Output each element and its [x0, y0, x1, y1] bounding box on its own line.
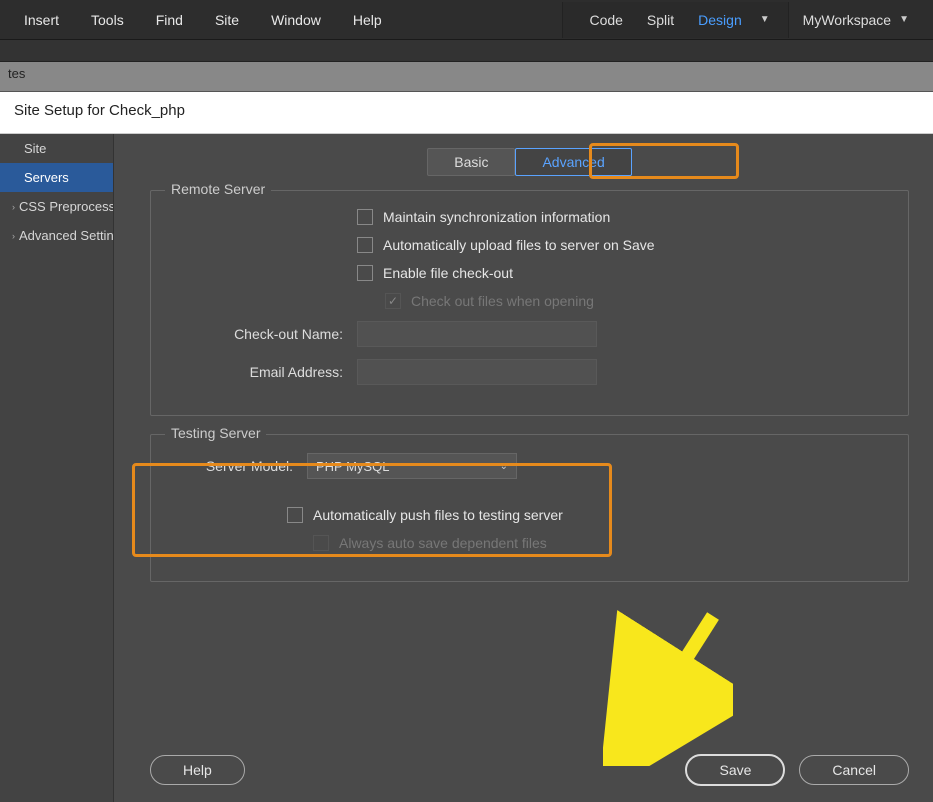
server-model-label: Server Model: — [167, 458, 307, 474]
secondary-toolbar — [0, 40, 933, 62]
sidebar-item-servers[interactable]: Servers — [0, 163, 113, 192]
tab-basic[interactable]: Basic — [427, 148, 515, 176]
always-autosave-checkbox — [313, 535, 329, 551]
sidebar-item-css-preprocessors[interactable]: › CSS Preprocessors — [0, 192, 113, 221]
workspace-dropdown[interactable]: MyWorkspace ▼ — [789, 6, 923, 34]
main-menubar: Insert Tools Find Site Window Help Code … — [0, 0, 933, 40]
chevron-right-icon: › — [12, 202, 15, 212]
annotation-arrow-icon — [603, 606, 733, 766]
checkout-on-open-checkbox: ✓ — [385, 293, 401, 309]
sidebar-item-label: Advanced Settings — [19, 228, 113, 243]
dialog-title: Site Setup for Check_php — [14, 102, 185, 119]
sidebar-item-label: Servers — [24, 170, 69, 185]
cancel-button[interactable]: Cancel — [799, 755, 909, 785]
help-button[interactable]: Help — [150, 755, 245, 785]
testing-server-legend: Testing Server — [165, 425, 266, 441]
checkout-name-label: Check-out Name: — [167, 326, 357, 342]
view-code[interactable]: Code — [581, 8, 630, 32]
auto-push-label: Automatically push files to testing serv… — [313, 507, 563, 523]
email-label: Email Address: — [167, 364, 357, 380]
menu-tools[interactable]: Tools — [77, 4, 138, 36]
view-split[interactable]: Split — [639, 8, 682, 32]
checkout-name-input — [357, 321, 597, 347]
tab-label: tes — [8, 66, 25, 81]
dialog-body: Site Servers › CSS Preprocessors › Advan… — [0, 134, 933, 802]
menu-site[interactable]: Site — [201, 4, 253, 36]
save-button[interactable]: Save — [685, 754, 785, 786]
dialog-sidebar: Site Servers › CSS Preprocessors › Advan… — [0, 134, 114, 802]
sidebar-item-advanced-settings[interactable]: › Advanced Settings — [0, 221, 113, 250]
menu-help[interactable]: Help — [339, 4, 396, 36]
chevron-right-icon: › — [12, 231, 15, 241]
auto-upload-label: Automatically upload files to server on … — [383, 237, 655, 253]
menu-find[interactable]: Find — [142, 4, 197, 36]
testing-server-fieldset: Testing Server Server Model: PHP MySQL ⌄… — [150, 434, 909, 582]
auto-push-checkbox[interactable] — [287, 507, 303, 523]
sidebar-item-site[interactable]: Site — [0, 134, 113, 163]
remote-server-fieldset: Remote Server Maintain synchronization i… — [150, 190, 909, 416]
chevron-down-icon: ▼ — [899, 14, 909, 25]
maintain-sync-checkbox[interactable] — [357, 209, 373, 225]
check-icon: ✓ — [388, 295, 398, 307]
tab-advanced[interactable]: Advanced — [515, 148, 631, 176]
enable-checkout-label: Enable file check-out — [383, 265, 513, 281]
sidebar-item-label: Site — [24, 141, 46, 156]
settings-tabs: Basic Advanced — [150, 148, 909, 176]
view-dropdown-icon[interactable]: ▼ — [760, 14, 770, 25]
checkout-on-open-label: Check out files when opening — [411, 293, 594, 309]
workspace-label: MyWorkspace — [803, 12, 891, 28]
maintain-sync-label: Maintain synchronization information — [383, 209, 610, 225]
menu-window[interactable]: Window — [257, 4, 335, 36]
chevron-down-icon: ⌄ — [500, 461, 508, 472]
email-input — [357, 359, 597, 385]
document-tab-strip: tes — [0, 62, 933, 92]
always-autosave-label: Always auto save dependent files — [339, 535, 547, 551]
menu-insert[interactable]: Insert — [10, 4, 73, 36]
view-mode-group: Code Split Design ▼ — [562, 2, 788, 38]
remote-server-legend: Remote Server — [165, 181, 271, 197]
server-model-select[interactable]: PHP MySQL ⌄ — [307, 453, 517, 479]
dialog-title-bar: Site Setup for Check_php — [0, 92, 933, 134]
view-design[interactable]: Design — [690, 8, 750, 32]
auto-upload-checkbox[interactable] — [357, 237, 373, 253]
enable-checkout-checkbox[interactable] — [357, 265, 373, 281]
sidebar-item-label: CSS Preprocessors — [19, 199, 113, 214]
server-model-value: PHP MySQL — [316, 459, 389, 474]
dialog-content: Basic Advanced Remote Server Maintain sy… — [114, 134, 933, 802]
dialog-button-row: Help Save Cancel — [150, 754, 909, 786]
